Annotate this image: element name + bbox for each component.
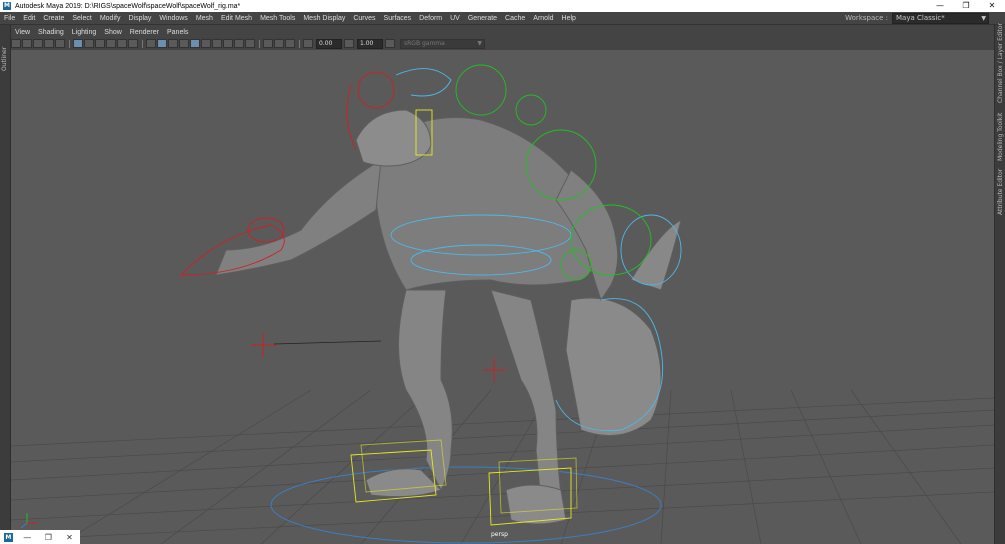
menu-mesh[interactable]: Mesh [192, 15, 217, 22]
menu-select[interactable]: Select [68, 15, 95, 22]
minimize-button[interactable]: — [17, 533, 38, 542]
right-panel-strip: Channel Box / Layer Editor Modeling Tool… [994, 23, 1005, 544]
title-bar: M Autodesk Maya 2019: D:\RIGS\spaceWolf\… [0, 0, 1005, 12]
use-default-material-icon[interactable] [179, 39, 189, 48]
xray-icon[interactable] [201, 39, 211, 48]
xray-joints-icon[interactable] [274, 39, 284, 48]
safe-title-icon[interactable] [128, 39, 138, 48]
ambient-occlusion-icon[interactable] [245, 39, 255, 48]
tail-mesh [565, 297, 662, 437]
outliner-strip[interactable]: Outliner [0, 25, 11, 544]
menu-cache[interactable]: Cache [501, 15, 529, 22]
gamma-field[interactable]: 1.00 [357, 38, 383, 49]
left-foot-mesh [365, 468, 442, 498]
exposure-icon[interactable] [303, 39, 313, 48]
panel-menu-view[interactable]: View [11, 29, 34, 36]
minimize-button[interactable]: — [927, 0, 953, 12]
close-button[interactable]: ✕ [59, 533, 80, 542]
menu-arnold[interactable]: Arnold [529, 15, 557, 22]
right-foot-mesh [505, 484, 567, 525]
color-management-icon[interactable] [385, 39, 395, 48]
menu-generate[interactable]: Generate [464, 15, 501, 22]
wireframe-on-shaded-icon[interactable] [190, 39, 200, 48]
menu-uv[interactable]: UV [446, 15, 464, 22]
menu-file[interactable]: File [0, 15, 19, 22]
safe-action-icon[interactable] [117, 39, 127, 48]
camera-label: persp [491, 531, 508, 538]
attribute-editor-tab[interactable]: Attribute Editor [997, 169, 1004, 215]
bookmark-icon[interactable] [33, 39, 43, 48]
resolution-gate-icon[interactable] [84, 39, 94, 48]
menu-curves[interactable]: Curves [349, 15, 379, 22]
head-mesh [355, 109, 432, 167]
menu-mesh-display[interactable]: Mesh Display [299, 15, 349, 22]
wireframe-icon[interactable] [146, 39, 156, 48]
panel-menu-renderer[interactable]: Renderer [126, 29, 163, 36]
field-chart-icon[interactable] [106, 39, 116, 48]
restore-button[interactable]: ❐ [38, 533, 59, 542]
workspace-value: Maya Classic* [896, 13, 945, 22]
menu-mesh-tools[interactable]: Mesh Tools [256, 15, 299, 22]
modeling-toolkit-tab[interactable]: Modeling Toolkit [997, 113, 1004, 161]
workspace-selector: Workspace : Maya Classic* ▼ [845, 12, 989, 24]
menu-help[interactable]: Help [558, 15, 580, 22]
menu-windows[interactable]: Windows [155, 15, 191, 22]
ground-grid [11, 389, 994, 544]
smooth-shade-icon[interactable] [157, 39, 167, 48]
chevron-down-icon: ▼ [981, 14, 986, 22]
outliner-tab[interactable]: Outliner [1, 47, 8, 71]
film-gate-icon[interactable] [73, 39, 83, 48]
viewport-canvas [11, 64, 994, 544]
close-button[interactable]: ✕ [979, 0, 1005, 12]
isolate-select-icon[interactable] [263, 39, 273, 48]
hud-icon[interactable] [285, 39, 295, 48]
menu-surfaces[interactable]: Surfaces [380, 15, 416, 22]
gate-mask-icon[interactable] [95, 39, 105, 48]
workspace-dropdown[interactable]: Maya Classic* ▼ [892, 12, 989, 24]
panel-menu-panels[interactable]: Panels [163, 29, 192, 36]
menu-edit-mesh[interactable]: Edit Mesh [217, 15, 256, 22]
channel-box-tab[interactable]: Channel Box / Layer Editor [997, 23, 1004, 103]
perspective-viewport[interactable] [11, 50, 994, 544]
camera-attributes-icon[interactable] [22, 39, 32, 48]
color-space-value: sRGB gamma [404, 39, 445, 47]
left-arm-mesh [215, 159, 382, 276]
world-root-control [270, 466, 662, 544]
pole-vector-line [273, 340, 382, 345]
textured-icon[interactable] [212, 39, 222, 48]
color-space-dropdown[interactable]: sRGB gamma ▼ [400, 38, 485, 49]
lights-icon[interactable] [223, 39, 233, 48]
shadows-icon[interactable] [234, 39, 244, 48]
grid-toggle-icon[interactable] [55, 39, 65, 48]
axis-gizmo [20, 513, 37, 529]
menu-deform[interactable]: Deform [415, 15, 446, 22]
menu-create[interactable]: Create [39, 15, 68, 22]
bounding-box-icon[interactable] [168, 39, 178, 48]
maya-logo-icon: M [3, 2, 11, 10]
select-camera-icon[interactable] [11, 39, 21, 48]
panel-menu-shading[interactable]: Shading [34, 29, 68, 36]
panel-menu-lighting[interactable]: Lighting [68, 29, 101, 36]
locators [251, 333, 506, 382]
exposure-field[interactable]: 0.00 [316, 38, 342, 49]
image-plane-icon[interactable] [44, 39, 54, 48]
workspace-label: Workspace : [845, 14, 888, 22]
gamma-icon[interactable] [344, 39, 354, 48]
maya-logo-icon: M [4, 532, 13, 542]
menu-modify[interactable]: Modify [96, 15, 125, 22]
panel-menu-bar: View Shading Lighting Show Renderer Pane… [11, 27, 994, 38]
minimized-window-bar: M — ❐ ✕ [0, 530, 80, 544]
menu-display[interactable]: Display [124, 15, 155, 22]
left-leg-mesh [398, 289, 453, 492]
maximize-button[interactable]: ❐ [953, 0, 979, 12]
chevron-down-icon: ▼ [477, 39, 482, 47]
panel-menu-show[interactable]: Show [100, 29, 126, 36]
menu-edit[interactable]: Edit [19, 15, 39, 22]
panel-toolbar: 0.00 1.00 sRGB gamma ▼ [11, 38, 994, 49]
window-title: Autodesk Maya 2019: D:\RIGS\spaceWolf\sp… [15, 2, 241, 10]
